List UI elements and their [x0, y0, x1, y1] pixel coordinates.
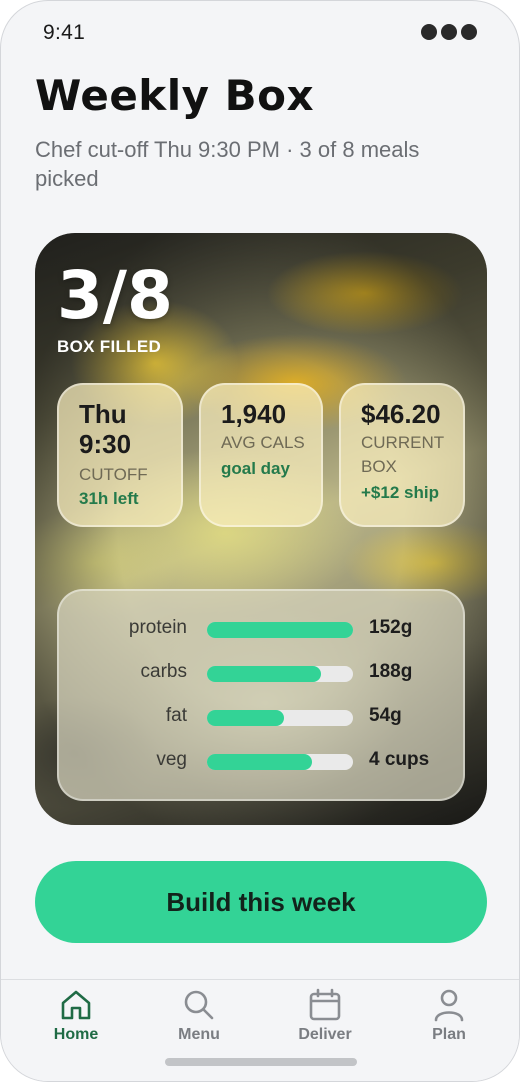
macros-panel: protein 152g carbs 188g fat 54g veg 4 cu…: [57, 589, 465, 801]
macro-bar-track: [207, 622, 353, 638]
macro-value: 188g: [369, 661, 413, 682]
macro-bar-track: [207, 754, 353, 770]
calendar-icon: [309, 988, 341, 1021]
stat-card-label: CUTOFF: [79, 465, 148, 484]
macro-value: 152g: [369, 617, 413, 638]
tab-plan[interactable]: Plan: [399, 988, 499, 1048]
status-dot: [441, 24, 457, 40]
phone-frame: 9:41 Weekly Box Chef cut-off Thu 9:30 PM…: [0, 0, 520, 1082]
tab-label: Menu: [178, 1026, 220, 1043]
stat-card-value: $46.20: [361, 399, 441, 429]
stat-card-label: AVG CALS: [221, 433, 305, 452]
stat-card-current-box[interactable]: $46.20 CURRENT BOX +$12 ship: [339, 383, 465, 527]
tab-label: Home: [53, 1026, 99, 1043]
home-icon: [61, 990, 91, 1020]
macro-row-veg: veg 4 cups: [59, 749, 463, 773]
stat-card-cutoff[interactable]: Thu 9:30 CUTOFF 31h left: [57, 383, 183, 527]
page-subtitle: Chef cut-off Thu 9:30 PM · 3 of 8 meals …: [35, 137, 420, 191]
macro-bar-fill: [207, 622, 353, 638]
stat-card-avg-cals[interactable]: 1,940 AVG CALS goal day: [199, 383, 323, 527]
macro-name: protein: [128, 617, 187, 638]
macro-row-carbs: carbs 188g: [59, 661, 463, 685]
hero-card[interactable]: 3/8 BOX FILLED Thu 9:30 CUTOFF 31h left …: [35, 233, 487, 825]
macro-bar-fill: [207, 666, 321, 682]
box-filled-ratio: 3/8: [57, 257, 173, 334]
tab-bar: Home Menu Deliver Plan: [1, 979, 519, 1081]
macro-row-protein: protein 152g: [59, 617, 463, 641]
macro-value: 54g: [369, 705, 402, 726]
person-icon: [434, 989, 464, 1022]
tab-home[interactable]: Home: [26, 988, 126, 1048]
stat-card-note: 31h left: [79, 489, 139, 508]
status-indicators: [421, 24, 477, 40]
stat-card-note: +$12 ship: [361, 483, 439, 502]
macro-value: 4 cups: [369, 749, 430, 770]
box-filled-label: BOX FILLED: [57, 337, 162, 356]
build-this-week-button[interactable]: Build this week: [35, 861, 487, 943]
stat-card-label: CURRENT BOX: [361, 433, 444, 476]
macro-bar-fill: [207, 710, 285, 726]
search-icon: [184, 990, 214, 1020]
macro-bar-track: [207, 666, 353, 682]
macro-row-fat: fat 54g: [59, 705, 463, 729]
page-title: Weekly Box: [35, 71, 315, 120]
tab-menu[interactable]: Menu: [149, 988, 249, 1048]
status-time: 9:41: [43, 21, 86, 44]
macro-name: veg: [156, 749, 187, 770]
tab-label: Plan: [432, 1026, 466, 1043]
tab-deliver[interactable]: Deliver: [275, 988, 375, 1048]
stat-card-value: Thu 9:30: [79, 399, 132, 459]
macro-bar-fill: [207, 754, 313, 770]
stat-card-value: 1,940: [221, 399, 287, 429]
status-dot: [421, 24, 437, 40]
home-indicator[interactable]: [165, 1058, 357, 1066]
status-dot: [461, 24, 477, 40]
macro-bar-track: [207, 710, 353, 726]
tab-label: Deliver: [298, 1026, 352, 1043]
stat-card-note: goal day: [221, 459, 290, 478]
macro-name: carbs: [140, 661, 187, 682]
macro-name: fat: [165, 705, 187, 726]
